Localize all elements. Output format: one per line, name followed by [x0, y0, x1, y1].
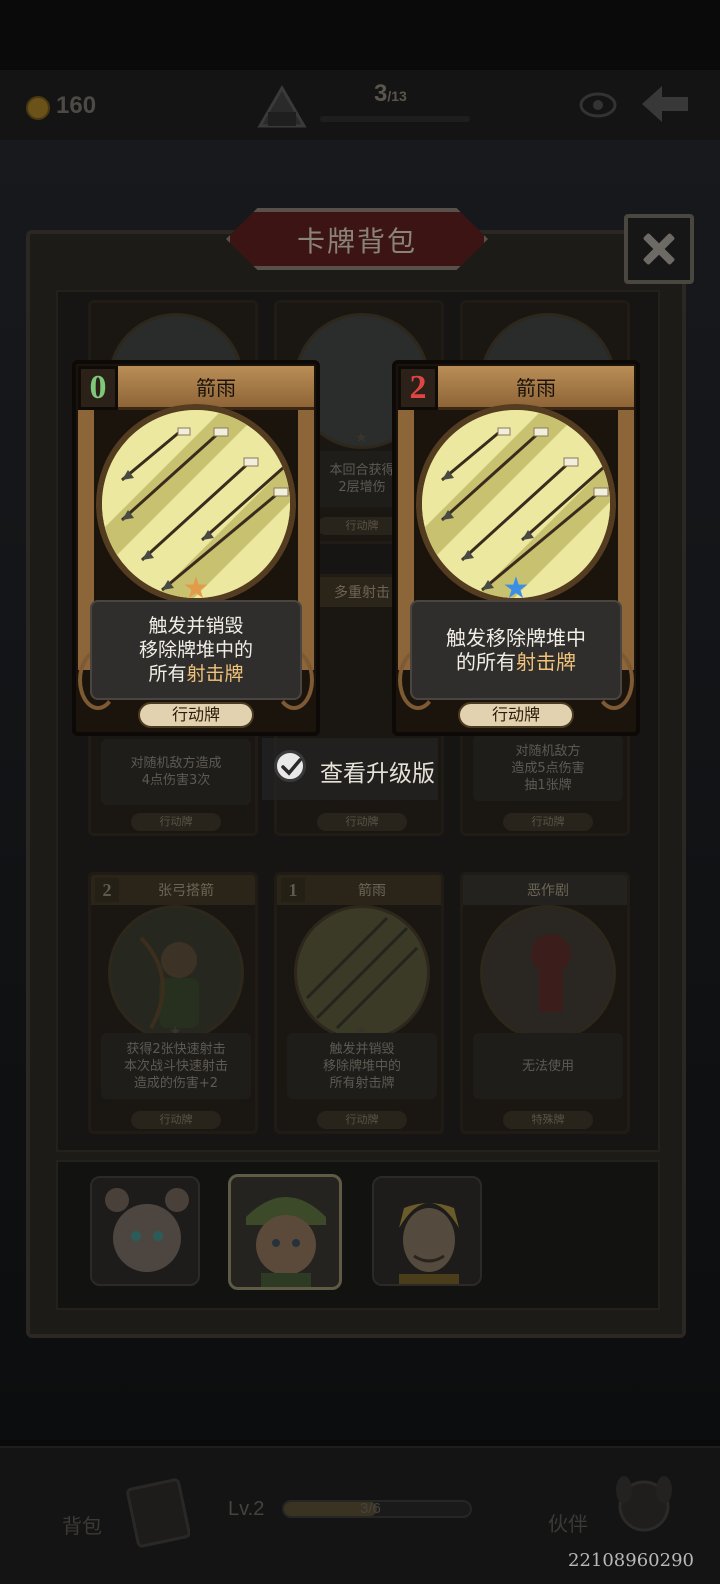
bag-label[interactable]: 背包	[62, 1510, 102, 1539]
map-icon[interactable]	[254, 82, 310, 132]
xp-value: 3/6	[360, 1500, 381, 1517]
panel-title: 卡牌背包	[296, 225, 417, 258]
card-type: 行动牌	[317, 813, 407, 831]
eye-icon[interactable]	[578, 88, 618, 122]
card-name: 箭雨	[196, 376, 236, 400]
card-name: 张弓搭箭	[158, 883, 214, 899]
bag-icon[interactable]	[126, 1474, 190, 1548]
archer-boy-portrait[interactable]	[228, 1174, 342, 1290]
card-type: 行动牌	[138, 702, 254, 728]
close-button[interactable]	[624, 214, 694, 284]
floor-progress: 3/13	[374, 80, 407, 107]
card-arrow-rain-upgraded[interactable]: 2 箭雨 ★ 触发移除牌堆中 的所有射击牌 行动牌	[392, 360, 640, 736]
partner-label[interactable]: 伙伴	[548, 1508, 588, 1537]
coin-count: 160	[56, 92, 97, 119]
dog-icon[interactable]	[612, 1470, 676, 1538]
card-cost: 0	[78, 366, 118, 410]
card-prank[interactable]: 恶作剧 无法使用 特殊牌	[460, 872, 630, 1134]
build-id: 22108960290	[568, 1550, 694, 1571]
level-label: Lv.2	[228, 1498, 265, 1520]
card-cost: 2	[398, 366, 438, 410]
bear-girl-portrait[interactable]	[90, 1176, 200, 1286]
archer-art	[108, 905, 244, 1041]
card-desc: 对随机敌方 造成5点伤害 抽1张牌	[473, 735, 623, 801]
coin-icon	[26, 96, 50, 120]
card-desc: 对随机敌方造成 4点伤害3次	[101, 739, 251, 805]
card-type: 行动牌	[131, 1111, 221, 1129]
card-desc: 触发并销毁 移除牌堆中的 所有射击牌	[90, 600, 302, 700]
back-arrow-icon[interactable]	[640, 84, 690, 124]
card-bow-draw[interactable]: 2 张弓搭箭 ★ 获得2张快速射击 本次战斗快速射击 造成的伤害+2 行动牌	[88, 872, 258, 1134]
card-type: 行动牌	[503, 813, 593, 831]
top-hud: 160 3/13	[0, 70, 720, 140]
card-desc: 获得2张快速射击 本次战斗快速射击 造成的伤害+2	[101, 1033, 251, 1099]
card-arrow-rain[interactable]: 1 箭雨 ★ 触发并销毁 移除牌堆中的 所有射击牌 行动牌	[274, 872, 444, 1134]
floor-progress-bar	[320, 116, 470, 122]
card-type: 行动牌	[317, 1111, 407, 1129]
checkbox-checked-icon[interactable]	[274, 750, 306, 782]
prank-doll-art	[480, 905, 616, 1041]
card-name: 箭雨	[516, 376, 556, 400]
card-name: 箭雨	[358, 883, 386, 899]
card-type: 行动牌	[458, 702, 574, 728]
card-arrow-rain-base[interactable]: 0 箭雨 ★ 触发并销毁 移除牌堆中的 所有射击牌 行动牌	[72, 360, 320, 736]
card-type: 行动牌	[131, 813, 221, 831]
view-upgrade-label: 查看升级版	[320, 761, 435, 787]
card-desc: 触发移除牌堆中 的所有射击牌	[410, 600, 622, 700]
arrow-rain-art	[294, 905, 430, 1041]
blonde-knight-portrait[interactable]	[372, 1176, 482, 1286]
card-cost: 2	[95, 878, 119, 902]
card-desc: 无法使用	[473, 1033, 623, 1099]
card-desc: 触发并销毁 移除牌堆中的 所有射击牌	[287, 1033, 437, 1099]
star-icon: ★	[355, 430, 368, 446]
card-type: 特殊牌	[503, 1111, 593, 1129]
view-upgrade-toggle[interactable]: 查看升级版	[262, 738, 438, 800]
card-cost: 1	[281, 878, 305, 902]
card-name: 恶作剧	[527, 883, 569, 899]
